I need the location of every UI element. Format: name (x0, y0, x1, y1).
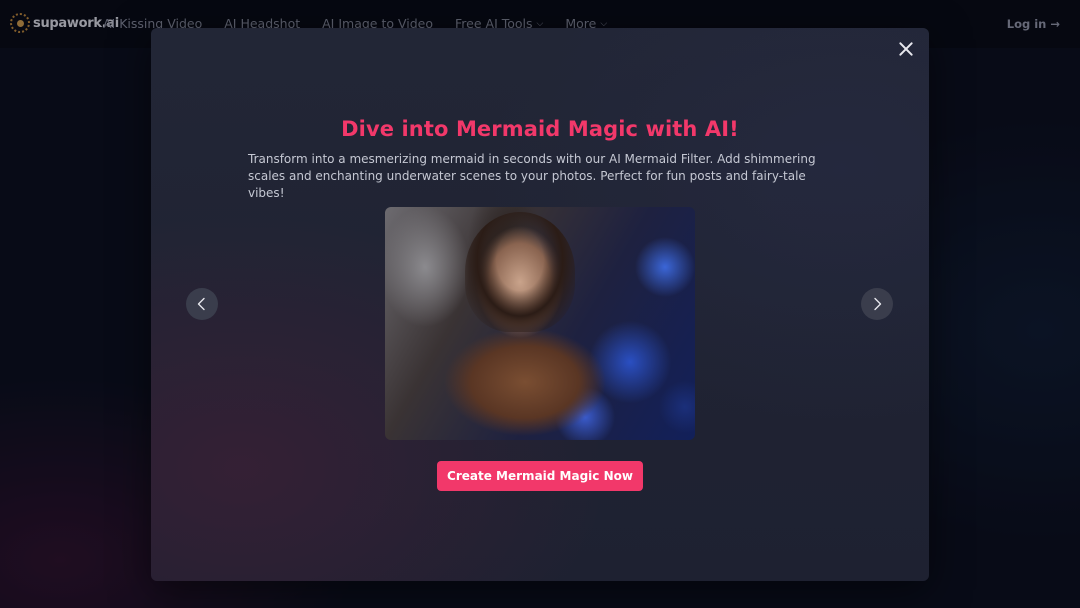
modal-title: Dive into Mermaid Magic with AI! (341, 117, 739, 141)
chevron-right-icon (874, 297, 882, 311)
close-icon[interactable] (895, 38, 917, 60)
carousel-next-button[interactable] (861, 288, 893, 320)
mermaid-sample-image (385, 207, 695, 440)
create-mermaid-magic-button[interactable]: Create Mermaid Magic Now (437, 461, 643, 491)
promo-modal: Dive into Mermaid Magic with AI! Transfo… (151, 28, 929, 581)
modal-description: Transform into a mesmerizing mermaid in … (248, 152, 816, 200)
chevron-left-icon (197, 297, 205, 311)
carousel-prev-button[interactable] (186, 288, 218, 320)
